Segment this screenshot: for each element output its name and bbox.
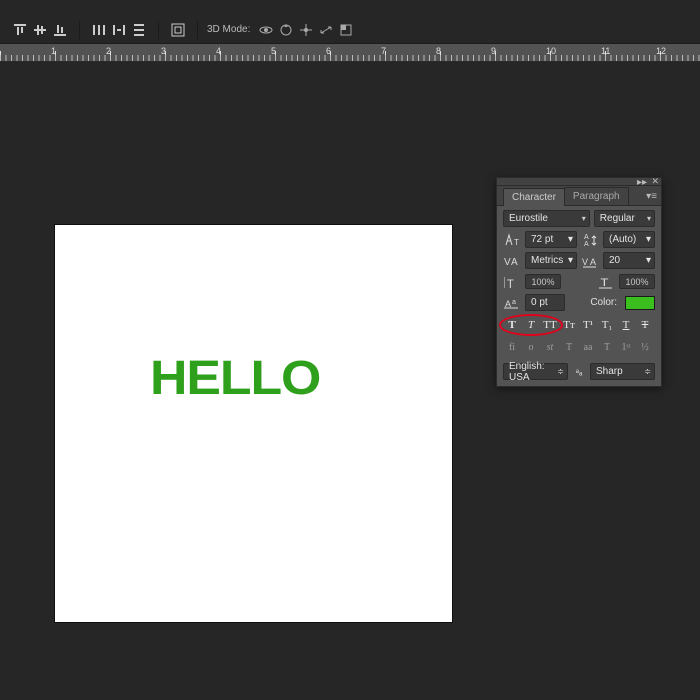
leading-value: (Auto) — [609, 234, 636, 245]
auto-align-icon[interactable] — [170, 22, 186, 38]
faux-bold-button[interactable]: T — [503, 317, 522, 333]
font-size-value: 72 pt — [531, 234, 553, 245]
hscale-input[interactable]: 100% — [619, 274, 655, 289]
font-family-dropdown[interactable]: Eurostile — [503, 210, 590, 227]
svg-text:T: T — [600, 276, 609, 289]
align-bottom-icon[interactable] — [52, 22, 68, 38]
horizontal-ruler: 1 2 3 4 5 6 7 8 9 10 11 12 — [0, 44, 700, 62]
ligatures-button[interactable]: fi — [503, 339, 522, 355]
panel-title-bar[interactable]: ▸▸ ✕ — [497, 178, 661, 186]
d3-scale-icon[interactable] — [338, 22, 354, 38]
panel-menu-icon[interactable]: ▾≡ — [642, 188, 661, 205]
color-label: Color: — [590, 297, 617, 308]
chevron-down-icon — [568, 255, 573, 266]
svg-text:A: A — [511, 257, 518, 268]
hscale-icon: T — [597, 273, 615, 290]
font-size-icon: T — [503, 231, 521, 248]
all-caps-button[interactable]: TT — [541, 317, 560, 333]
svg-text:V: V — [582, 257, 588, 267]
options-bar: 3D Mode: — [0, 16, 700, 44]
svg-text:T: T — [514, 238, 519, 247]
vscale-icon: T — [503, 273, 521, 290]
leading-icon: AA — [581, 231, 599, 248]
chevron-down-icon — [646, 255, 651, 266]
d3-orbit-icon[interactable] — [258, 22, 274, 38]
tracking-value: 20 — [609, 255, 620, 266]
d3-pan-icon[interactable] — [298, 22, 314, 38]
font-family-value: Eurostile — [509, 213, 548, 224]
vscale-input[interactable]: 100% — [525, 274, 561, 289]
canvas-text[interactable]: HELLO — [150, 351, 320, 406]
text-color-swatch[interactable] — [625, 296, 655, 310]
swash-button[interactable]: st — [541, 339, 560, 355]
ordinal-button[interactable]: 1ˢᵗ — [617, 339, 636, 355]
chevron-down-icon — [647, 214, 651, 223]
baseline-icon: Aa — [503, 294, 521, 311]
chevron-down-icon — [568, 234, 573, 245]
tracking-input[interactable]: 20 — [603, 252, 655, 269]
svg-text:T: T — [507, 278, 514, 288]
align-vcenter-icon[interactable] — [32, 22, 48, 38]
small-caps-button[interactable]: Tᴛ — [560, 317, 579, 333]
svg-text:A: A — [590, 257, 596, 267]
leading-input[interactable]: (Auto) — [603, 231, 655, 248]
ordinals-button[interactable]: o — [522, 339, 541, 355]
contextual-alt-button[interactable]: aa — [579, 339, 598, 355]
baseline-value: 0 pt — [531, 297, 548, 308]
d3-slide-icon[interactable] — [318, 22, 334, 38]
tab-character[interactable]: Character — [503, 188, 565, 206]
antialias-icon: ᵃₐ — [572, 363, 586, 380]
svg-text:A: A — [584, 234, 589, 241]
document-canvas[interactable]: HELLO — [55, 225, 452, 622]
hscale-value: 100% — [625, 277, 648, 287]
kerning-input[interactable]: Metrics — [525, 252, 577, 269]
d3-rotate-icon[interactable] — [278, 22, 294, 38]
faux-italic-button[interactable]: T — [522, 317, 541, 333]
language-value: English: USA — [509, 361, 557, 383]
panel-collapse-icon[interactable]: ▸▸ — [637, 177, 647, 188]
antialias-dropdown[interactable]: Sharp ≑ — [590, 363, 655, 380]
fractions-button[interactable]: ½ — [636, 339, 655, 355]
vscale-value: 100% — [531, 277, 554, 287]
kerning-value: Metrics — [531, 255, 563, 266]
d3-mode-label: 3D Mode: — [207, 24, 250, 35]
titling-button[interactable]: T — [560, 339, 579, 355]
language-dropdown[interactable]: English: USA ≑ — [503, 363, 568, 380]
svg-text:V: V — [504, 257, 511, 268]
font-style-value: Regular — [600, 213, 635, 224]
chevron-down-icon — [646, 234, 651, 245]
panel-close-icon[interactable]: ✕ — [651, 176, 659, 187]
subscript-button[interactable]: T₁ — [598, 317, 617, 333]
chevron-down-icon — [582, 214, 586, 223]
superscript-button[interactable]: T¹ — [579, 317, 598, 333]
font-size-input[interactable]: 72 pt — [525, 231, 577, 248]
type-style-row: T T TT Tᴛ T¹ T₁ T T — [503, 317, 655, 333]
tracking-icon: VA — [581, 252, 599, 269]
distribute-h-icon[interactable] — [91, 22, 107, 38]
distribute-hc-icon[interactable] — [111, 22, 127, 38]
character-panel: ▸▸ ✕ Character Paragraph ▾≡ Eurostile Re… — [496, 177, 662, 387]
tab-paragraph[interactable]: Paragraph — [564, 187, 629, 205]
antialias-value: Sharp — [596, 366, 623, 377]
svg-text:a: a — [512, 299, 516, 306]
opentype-row: fi o st T aa T 1ˢᵗ ½ — [503, 339, 655, 355]
baseline-input[interactable]: 0 pt — [525, 294, 565, 311]
font-style-dropdown[interactable]: Regular — [594, 210, 655, 227]
kerning-icon: VA — [503, 252, 521, 269]
svg-text:A: A — [584, 241, 589, 247]
align-top-icon[interactable] — [12, 22, 28, 38]
strikethrough-button[interactable]: T — [636, 317, 655, 333]
distribute-v-icon[interactable] — [131, 22, 147, 38]
underline-button[interactable]: T — [617, 317, 636, 333]
stylistic-alt-button[interactable]: T — [598, 339, 617, 355]
